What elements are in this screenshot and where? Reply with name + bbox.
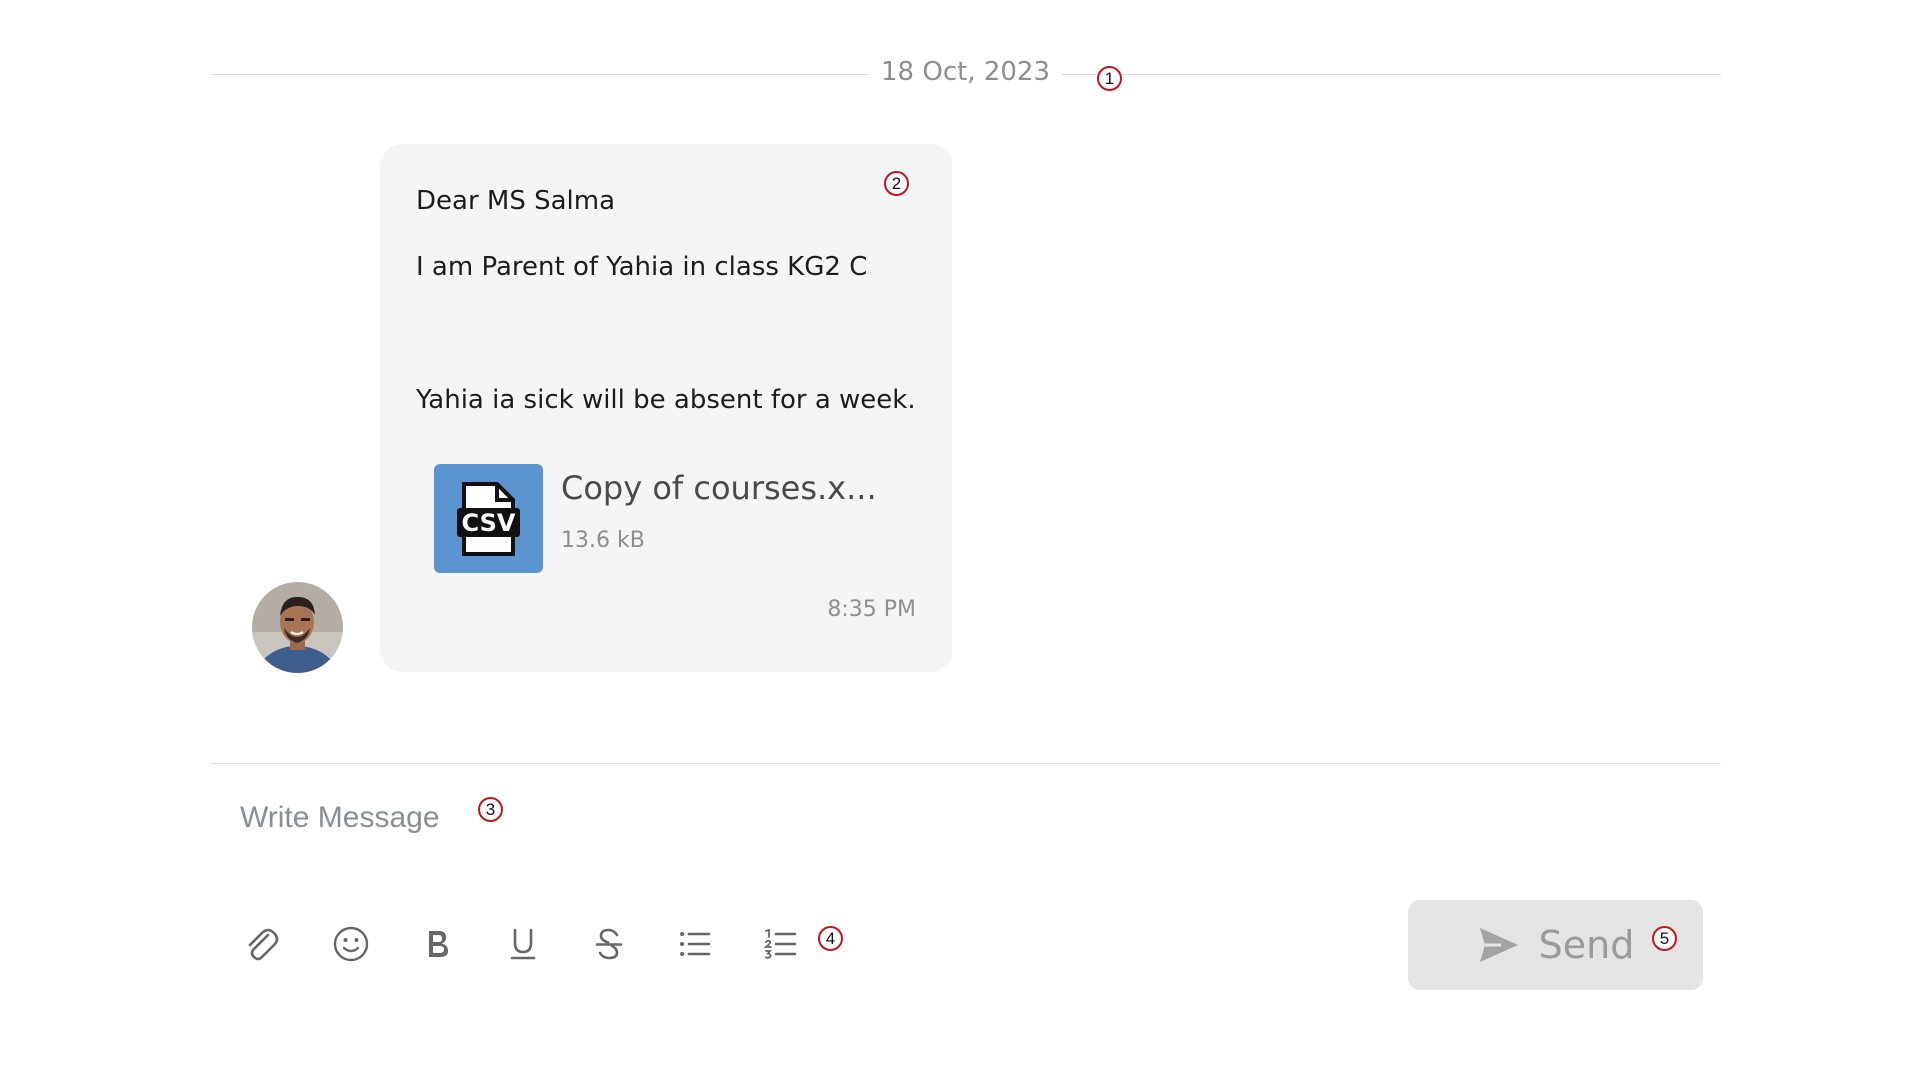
- bullet-list-icon: [680, 932, 711, 956]
- attach-button[interactable]: [235, 918, 287, 970]
- avatar[interactable]: [252, 582, 343, 673]
- strikethrough-button[interactable]: [583, 918, 635, 970]
- date-divider-label: 18 Oct, 2023: [881, 57, 1050, 87]
- date-divider-line-left: [211, 74, 869, 75]
- bullet-list-button[interactable]: [669, 918, 721, 970]
- emoji-button[interactable]: [325, 918, 377, 970]
- message-line: Dear MS Salma: [416, 186, 616, 216]
- underline-button[interactable]: [497, 918, 549, 970]
- numbered-list-button[interactable]: [755, 918, 807, 970]
- annotation-marker-5: 5: [1652, 926, 1677, 951]
- annotation-marker-3: 3: [478, 797, 503, 822]
- attachment-name[interactable]: Copy of courses.x...: [561, 469, 877, 507]
- message-timestamp: 8:35 PM: [827, 597, 916, 622]
- chat-window: 18 Oct, 2023 1 Dear MS Salma I am Parent…: [0, 0, 1920, 1080]
- attachment-file-icon[interactable]: CSV: [434, 464, 543, 573]
- paperclip-icon: [248, 928, 279, 961]
- message-input[interactable]: [228, 788, 1698, 848]
- attachment-size: 13.6 kB: [561, 528, 645, 553]
- send-icon: [1479, 928, 1518, 962]
- annotation-marker-2: 2: [884, 171, 909, 196]
- strikethrough-icon: [595, 928, 623, 960]
- date-divider-line-right: [1062, 74, 1721, 75]
- message-line: I am Parent of Yahia in class KG2 C: [416, 252, 868, 282]
- numbered-list-icon: [763, 928, 797, 959]
- send-label: Send: [1538, 923, 1635, 967]
- composer-divider: [211, 763, 1721, 764]
- emoji-icon: [333, 926, 369, 962]
- attachment-type-label: CSV: [462, 509, 516, 537]
- message-line: Yahia ia sick will be absent for a week.: [416, 385, 916, 415]
- annotation-marker-1: 1: [1097, 66, 1122, 91]
- annotation-marker-4: 4: [818, 926, 843, 951]
- underline-icon: [510, 928, 536, 960]
- bold-button[interactable]: [411, 918, 463, 970]
- bold-icon: [429, 931, 448, 957]
- message-bubble: Dear MS Salma I am Parent of Yahia in cl…: [380, 144, 952, 672]
